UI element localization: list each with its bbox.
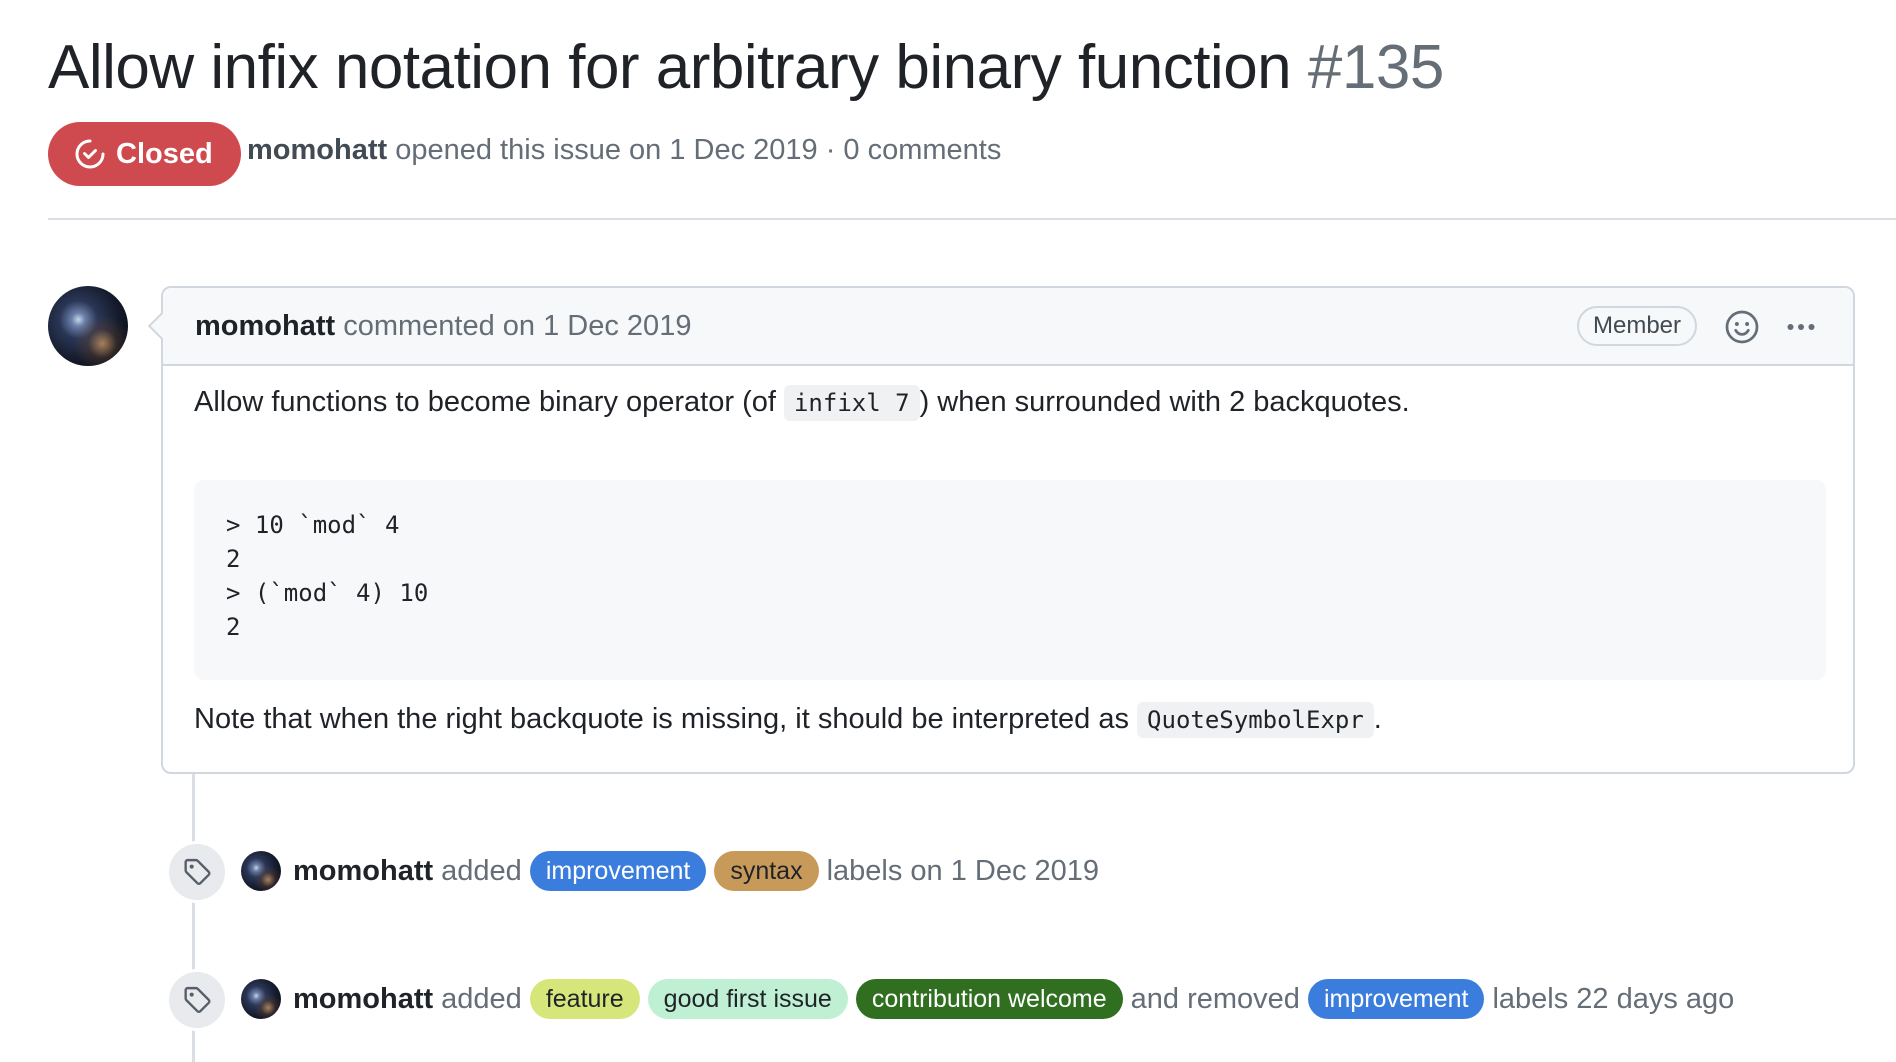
label-improvement[interactable]: improvement: [529, 851, 707, 891]
status-label: Closed: [116, 137, 213, 170]
issue-title: Allow infix notation for arbitrary binar…: [48, 30, 1444, 106]
status-badge: Closed: [48, 122, 241, 186]
tag-icon: [184, 986, 211, 1013]
timeline-event: momohatt added improvement syntax labels…: [241, 848, 1099, 894]
code-line: > 10 `mod` 4: [226, 511, 400, 539]
comment-author-link[interactable]: momohatt: [195, 310, 335, 342]
inline-code: QuoteSymbolExpr: [1137, 702, 1374, 738]
comment-intro-text: Allow functions to become binary operato…: [194, 386, 776, 418]
label-syntax[interactable]: syntax: [714, 851, 819, 891]
event-verb: added: [441, 854, 522, 887]
event-middle: and removed: [1130, 982, 1300, 1015]
smiley-icon[interactable]: [1724, 309, 1760, 345]
code-line: 2: [226, 545, 241, 573]
event-suffix[interactable]: labels 22 days ago: [1492, 983, 1734, 1016]
comment-paragraph: Allow functions to become binary operato…: [194, 385, 1410, 421]
label-contribution-welcome[interactable]: contribution welcome: [855, 979, 1123, 1019]
issue-title-text: Allow infix notation for arbitrary binar…: [48, 33, 1292, 102]
note-intro-text: Note that when the right backquote is mi…: [194, 703, 1129, 735]
member-badge: Member: [1577, 306, 1698, 346]
note-after-text: .: [1373, 703, 1382, 735]
code-line: > (`mod` 4) 10: [226, 579, 429, 607]
header-divider: [48, 218, 1896, 220]
inline-code: infixl 7: [783, 385, 920, 421]
note-paragraph: Note that when the right backquote is mi…: [194, 702, 1382, 738]
code-block: > 10 `mod` 4 2 > (`mod` 4) 10 2: [194, 480, 1826, 680]
code-line: 2: [226, 613, 241, 641]
label-feature[interactable]: feature: [529, 979, 640, 1019]
comment-author-line: momohatt commented on 1 Dec 2019: [195, 310, 691, 343]
event-icon: [166, 969, 228, 1031]
comment-header: momohatt commented on 1 Dec 2019 Member: [163, 288, 1853, 366]
event-verb: added: [441, 982, 522, 1015]
event-author-link[interactable]: momohatt: [293, 983, 433, 1016]
event-icon: [166, 841, 228, 903]
comment-after-text: ) when surrounded with 2 backquotes.: [919, 386, 1410, 418]
label-good-first-issue[interactable]: good first issue: [647, 979, 848, 1019]
kebab-horizontal-icon[interactable]: [1781, 309, 1821, 345]
event-avatar[interactable]: [241, 979, 281, 1019]
issue-meta-text: opened this issue on 1 Dec 2019 · 0 comm…: [395, 134, 1002, 166]
label-improvement[interactable]: improvement: [1307, 979, 1485, 1019]
comment-timestamp[interactable]: commented on 1 Dec 2019: [343, 310, 691, 342]
issue-meta: momohatt opened this issue on 1 Dec 2019…: [247, 134, 1001, 167]
event-avatar[interactable]: [241, 851, 281, 891]
event-suffix[interactable]: labels on 1 Dec 2019: [827, 855, 1099, 888]
comment-box: momohatt commented on 1 Dec 2019 Member …: [147, 286, 1855, 774]
issue-closed-icon: [75, 139, 105, 169]
event-author-link[interactable]: momohatt: [293, 855, 433, 888]
avatar[interactable]: [48, 286, 128, 366]
author-link[interactable]: momohatt: [247, 134, 387, 166]
issue-number: #135: [1307, 33, 1444, 102]
timeline-event: momohatt added feature good first issue …: [241, 976, 1734, 1022]
tag-icon: [184, 858, 211, 885]
